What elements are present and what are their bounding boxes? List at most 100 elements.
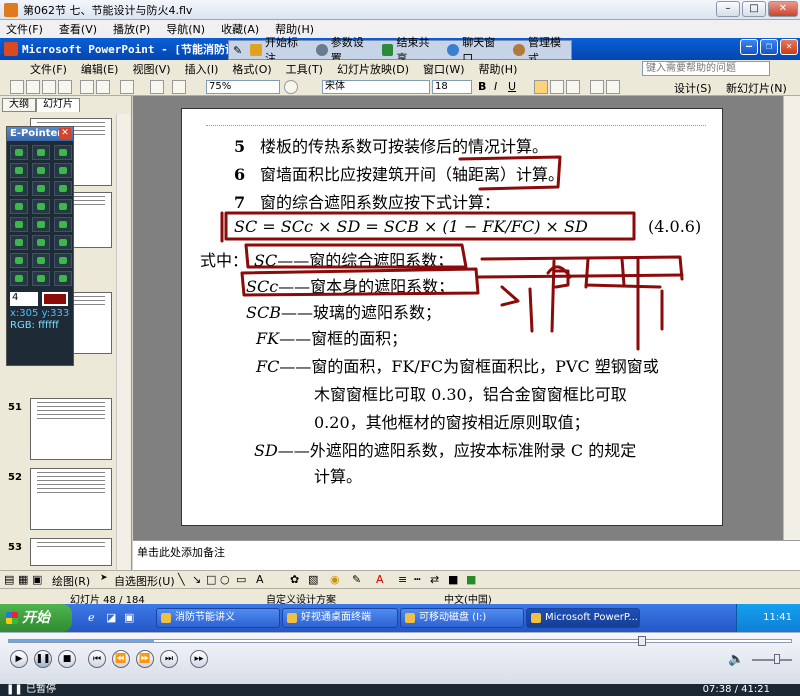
next-button[interactable]: ⏭ — [160, 650, 178, 668]
line-width-select[interactable]: 4 — [10, 292, 38, 306]
menu-help[interactable]: 帮助(H) — [479, 61, 518, 77]
rect-tool-icon[interactable] — [10, 217, 28, 232]
palette-close-icon[interactable]: ✕ — [59, 128, 71, 139]
menu-view[interactable]: 视图(V) — [132, 61, 170, 77]
quicklaunch-icon[interactable]: ◪ — [106, 611, 116, 624]
thumbnail-scrollbar[interactable] — [116, 114, 130, 570]
view-sorter-button[interactable]: ▦ — [18, 573, 28, 586]
text-tool-icon[interactable] — [32, 235, 50, 250]
pause-button[interactable]: ❚❚ — [34, 650, 52, 668]
pen-tool-icon[interactable] — [10, 145, 28, 160]
save-icon[interactable] — [42, 80, 56, 94]
zoom-tool-icon[interactable] — [54, 253, 72, 268]
previous-button[interactable]: ⏮ — [88, 650, 106, 668]
bold-button[interactable]: B — [478, 80, 486, 94]
tab-slides[interactable]: 幻灯片 — [36, 98, 80, 112]
font-size-select[interactable]: 18 — [432, 80, 472, 94]
view-normal-button[interactable]: ▤ — [4, 573, 14, 586]
select-tool-icon[interactable] — [10, 253, 28, 268]
help-search-input[interactable] — [642, 61, 770, 76]
pointer-tool-icon[interactable] — [10, 271, 28, 286]
line-icon[interactable]: ╲ — [178, 573, 185, 586]
ie-icon[interactable]: ℯ — [88, 611, 95, 624]
draw-menu[interactable]: 绘图(R) — [52, 573, 90, 589]
open-icon[interactable] — [26, 80, 40, 94]
circle-tool-icon[interactable] — [10, 235, 28, 250]
align-right-icon[interactable] — [566, 80, 580, 94]
line-color-icon[interactable]: ✎ — [352, 573, 361, 586]
arrow-tool-icon[interactable] — [32, 199, 50, 214]
marker-tool-icon[interactable] — [10, 181, 28, 196]
minimize-button[interactable]: – — [716, 1, 740, 17]
ellipse-tool-icon[interactable] — [32, 217, 50, 232]
line-tool-icon[interactable] — [10, 199, 28, 214]
menu-edit[interactable]: 编辑(E) — [81, 61, 119, 77]
task-button[interactable]: 好视通桌面终端 — [282, 608, 398, 628]
ppt-restore-button[interactable]: ❐ — [760, 39, 778, 55]
bullets-icon[interactable] — [606, 80, 620, 94]
frame-step-button[interactable]: ▸▸ — [190, 650, 208, 668]
tab-outline[interactable]: 大纲 — [2, 98, 36, 112]
3d-icon[interactable]: ■ — [466, 573, 476, 586]
slide-thumbnail[interactable] — [30, 398, 112, 460]
align-left-icon[interactable] — [534, 80, 548, 94]
dash-style-icon[interactable]: ┅ — [414, 573, 421, 586]
textbox-icon[interactable]: ▭ — [236, 573, 246, 586]
menu-slideshow[interactable]: 幻灯片放映(D) — [337, 61, 409, 77]
start-button[interactable]: 开始 — [0, 604, 72, 632]
screen-tool-icon[interactable] — [54, 163, 72, 178]
fill-tool-icon[interactable] — [54, 181, 72, 196]
wordart-icon[interactable]: A — [256, 573, 264, 586]
new-slide-button[interactable]: 新幻灯片(N) — [726, 80, 787, 94]
font-color-icon[interactable]: A — [376, 573, 384, 586]
copy-icon[interactable] — [96, 80, 110, 94]
ppt-minimize-button[interactable]: – — [740, 39, 758, 55]
picture-icon[interactable]: ▧ — [308, 573, 318, 586]
menu-file[interactable]: 文件(F) — [30, 61, 67, 77]
task-button[interactable]: 消防节能讲义 — [156, 608, 280, 628]
oval-icon[interactable]: ○ — [220, 573, 230, 586]
pointer-icon[interactable]: ➤ — [100, 573, 108, 583]
line-style-icon[interactable]: ≡ — [398, 573, 407, 586]
undo-icon[interactable] — [120, 80, 134, 94]
menu-format[interactable]: 格式(O) — [232, 61, 271, 77]
seek-handle[interactable] — [638, 636, 646, 646]
autoshape-menu[interactable]: 自选图形(U) — [114, 573, 175, 589]
align-center-icon[interactable] — [550, 80, 564, 94]
clipart-icon[interactable]: ✿ — [290, 573, 299, 586]
new-icon[interactable] — [10, 80, 24, 94]
arrow-icon[interactable]: ↘ — [192, 573, 201, 586]
rectangle-icon[interactable]: □ — [206, 573, 216, 586]
shadow-icon[interactable]: ■ — [448, 573, 458, 586]
help-tool-icon[interactable] — [54, 271, 72, 286]
save-tool-icon[interactable] — [32, 145, 50, 160]
italic-button[interactable]: I — [494, 80, 497, 94]
play-button[interactable]: ▶ — [10, 650, 28, 668]
zoom-select[interactable]: 75% — [206, 80, 280, 94]
cut-icon[interactable] — [80, 80, 94, 94]
design-button[interactable]: 设计(S) — [674, 80, 712, 94]
view-show-button[interactable]: ▣ — [32, 573, 42, 586]
stop-button[interactable]: ■ — [58, 650, 76, 668]
eraser-tool-icon[interactable] — [10, 163, 28, 178]
media-icon[interactable]: ▣ — [124, 611, 134, 624]
close-button[interactable]: ✕ — [768, 1, 798, 17]
rewind-button[interactable]: ⏪ — [112, 650, 130, 668]
menu-window[interactable]: 窗口(W) — [423, 61, 464, 77]
maximize-button[interactable]: □ — [742, 1, 766, 17]
image-tool-icon[interactable] — [54, 145, 72, 160]
underline-button[interactable]: U — [508, 80, 516, 94]
font-select[interactable]: 宋体 — [322, 80, 430, 94]
text-tool2-icon[interactable] — [32, 253, 50, 268]
fill-color-icon[interactable]: ◉ — [330, 573, 340, 586]
menu-insert[interactable]: 插入(I) — [185, 61, 219, 77]
player-menu-view[interactable]: 查看(V) — [59, 21, 97, 37]
shape-tool-icon[interactable] — [54, 235, 72, 250]
player-menu-play[interactable]: 播放(P) — [113, 21, 150, 37]
task-button-active[interactable]: Microsoft PowerP... — [526, 608, 640, 628]
slide-canvas[interactable]: 5楼板的传热系数可按装修后的情况计算。 6窗墙面积比应按建筑开间（轴距离）计算。… — [181, 108, 723, 526]
print-icon[interactable] — [58, 80, 72, 94]
forward-button[interactable]: ⏩ — [136, 650, 154, 668]
notes-pane[interactable]: 单击此处添加备注 — [133, 540, 800, 570]
brush-tool-icon[interactable] — [32, 163, 50, 178]
